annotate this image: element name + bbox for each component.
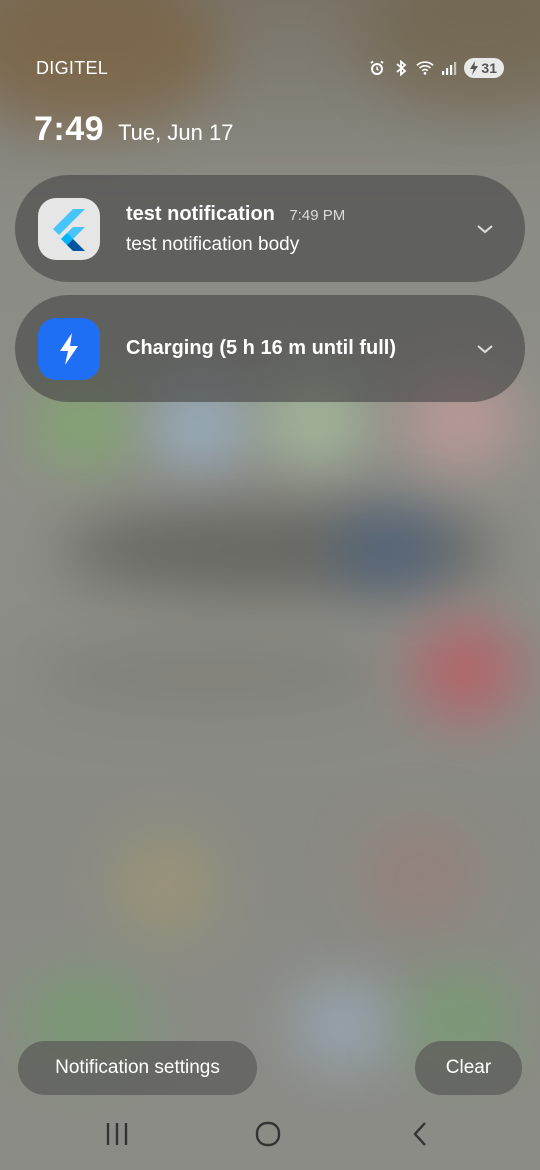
- alarm-icon: [368, 59, 386, 77]
- notification-body: test notification body: [126, 234, 300, 255]
- bluetooth-icon: [392, 59, 410, 77]
- notification-settings-label: Notification settings: [55, 1057, 220, 1078]
- clear-label: Clear: [445, 1057, 492, 1078]
- clock-date: Tue, Jun 17: [118, 120, 234, 145]
- flutter-logo-icon: [38, 197, 100, 260]
- chevron-down-icon[interactable]: [475, 219, 495, 239]
- recent-apps-icon[interactable]: [101, 1118, 133, 1150]
- navigation-bar: [0, 1112, 540, 1156]
- status-icons: 31: [368, 58, 504, 78]
- notification-card-charging[interactable]: Charging (5 h 16 m until full): [15, 295, 525, 402]
- notification-settings-button[interactable]: Notification settings: [18, 1041, 257, 1095]
- clock-time: 7:49: [34, 110, 105, 148]
- notification-card-test[interactable]: test notification 7:49 PM test notificat…: [15, 175, 525, 282]
- back-icon[interactable]: [404, 1118, 436, 1150]
- battery-charging-icon: 31: [464, 58, 504, 78]
- home-icon[interactable]: [252, 1118, 284, 1150]
- lightning-bolt-icon: [38, 317, 100, 380]
- chevron-down-icon[interactable]: [475, 339, 495, 359]
- status-bar: DIGITEL 31: [36, 56, 504, 80]
- carrier-name: DIGITEL: [36, 57, 109, 78]
- signal-icon: [440, 59, 458, 77]
- clock-date-row: 7:49 Tue, Jun 17: [34, 110, 233, 149]
- notification-title: test notification: [126, 203, 275, 225]
- wifi-icon: [416, 59, 435, 77]
- notification-time: 7:49 PM: [289, 207, 346, 224]
- battery-level: 31: [481, 60, 497, 76]
- clear-button[interactable]: Clear: [415, 1041, 522, 1095]
- notification-title: Charging (5 h 16 m until full): [126, 337, 396, 359]
